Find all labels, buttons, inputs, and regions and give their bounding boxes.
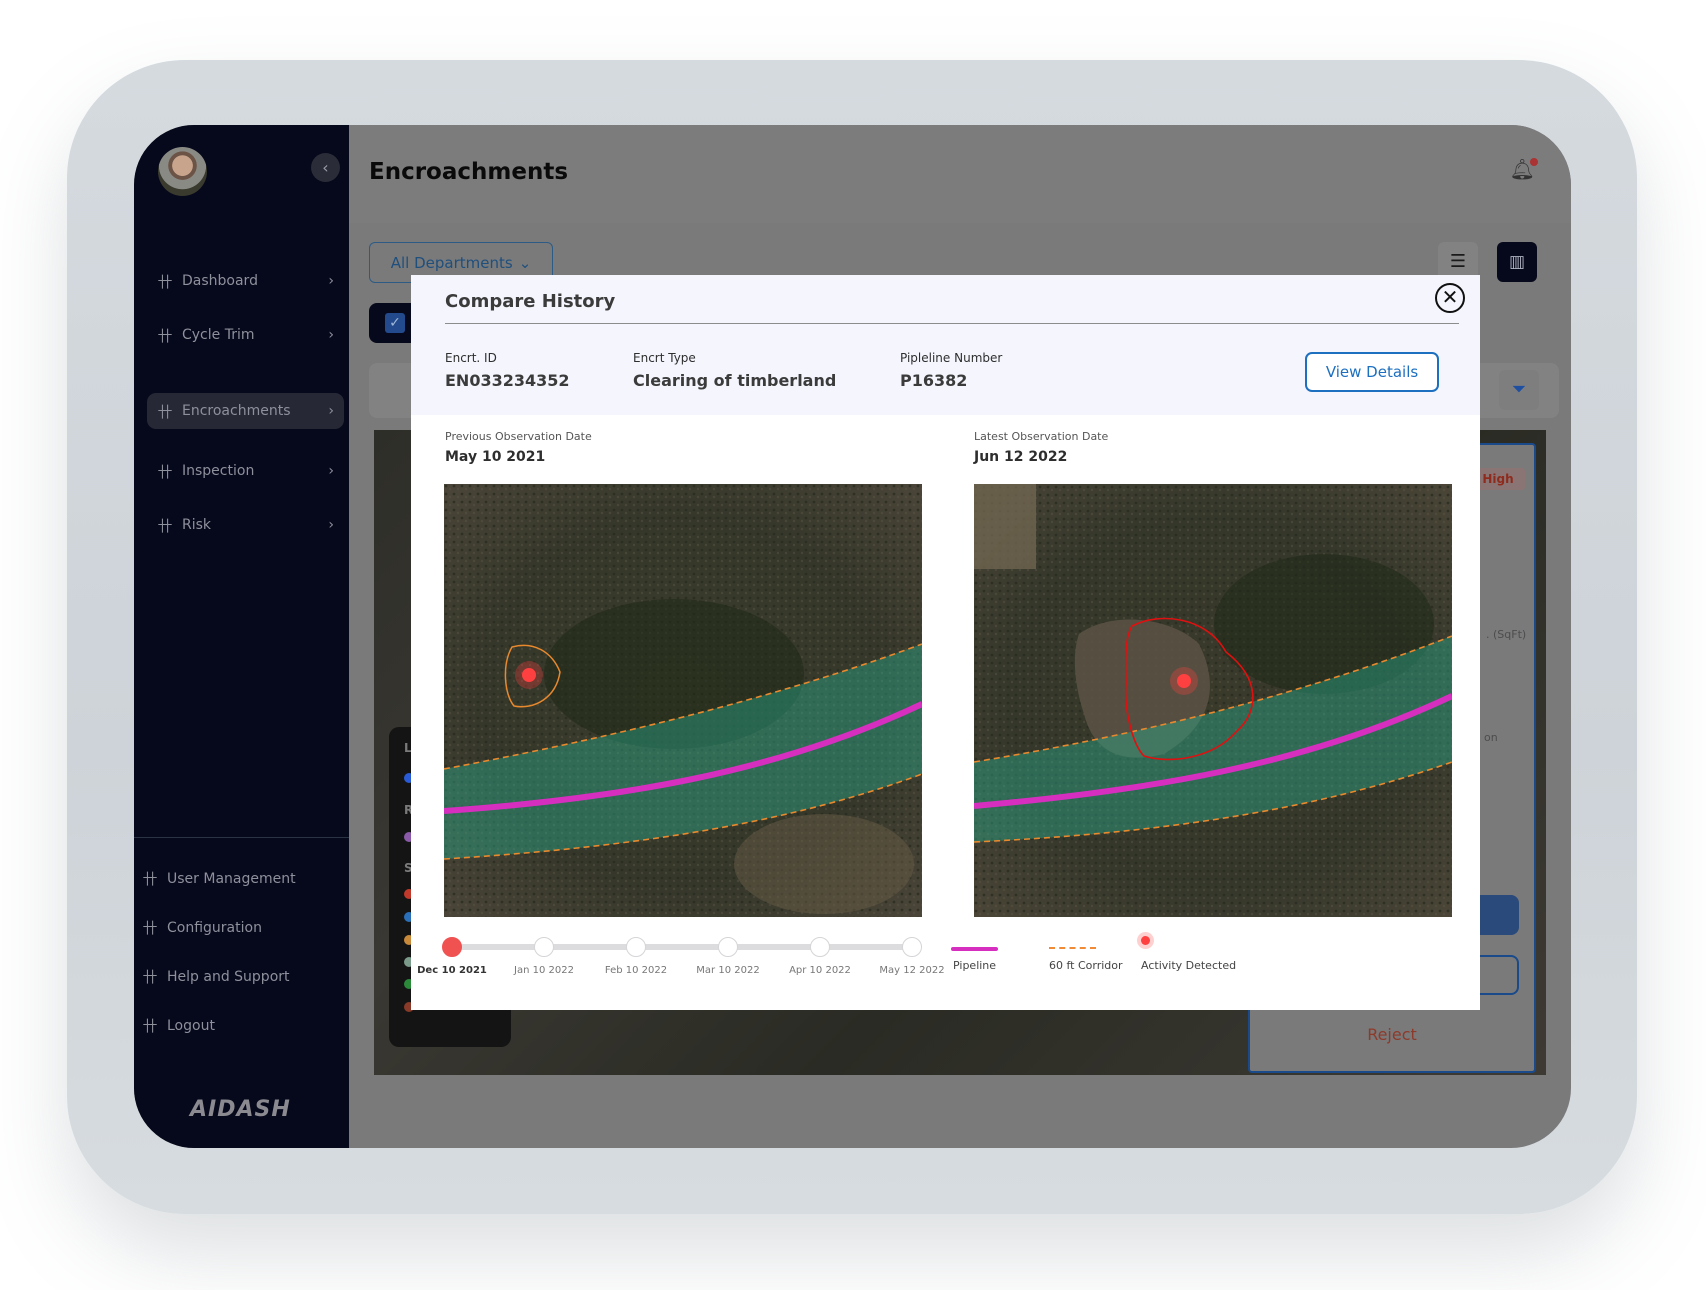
sidebar-item-configuration[interactable]: 卄 Configuration	[142, 917, 262, 938]
chevron-down-icon: ⌄	[518, 253, 532, 272]
timeline-node[interactable]	[902, 937, 922, 957]
chevron-right-icon: ›	[328, 463, 334, 479]
filter-button[interactable]: ⏷	[1499, 370, 1539, 410]
chevron-right-icon: ›	[328, 517, 334, 533]
pipeline-swatch	[951, 947, 998, 951]
sidebar-item-label: Risk	[182, 517, 212, 533]
previous-satellite-image[interactable]	[444, 484, 922, 917]
sidebar: ‹ 卄 Dashboard › 卄 Cycle Trim › 卄 Encroac…	[134, 125, 349, 1148]
sidebar-item-help-and-support[interactable]: 卄 Help and Support	[142, 966, 290, 987]
map-icon: ▥	[1508, 252, 1526, 272]
department-filter-label: All Departments	[390, 253, 513, 272]
map-view-button[interactable]: ▥	[1497, 242, 1537, 282]
chevron-left-icon: ‹	[322, 158, 329, 177]
transmission-tower-icon: 卄	[142, 870, 158, 888]
compare-history-modal: Compare History ✕ Encrt. ID EN033234352 …	[411, 275, 1480, 1010]
transmission-tower-icon: 卄	[142, 1017, 158, 1035]
timeline-date-label: Feb 10 2022	[604, 965, 668, 976]
timeline-node[interactable]	[718, 937, 738, 957]
sidebar-item-label: Inspection	[182, 463, 255, 479]
timeline-date-label: Dec 10 2021	[417, 965, 487, 976]
pipeline-number-label: Pipleline Number	[900, 351, 1003, 365]
user-avatar[interactable]	[158, 147, 207, 196]
transmission-tower-icon: 卄	[157, 272, 173, 291]
activity-swatch	[1141, 936, 1150, 945]
timeline-node[interactable]	[534, 937, 554, 957]
close-button[interactable]: ✕	[1435, 283, 1465, 313]
sidebar-item-label: Dashboard	[182, 273, 258, 289]
transmission-tower-icon: 卄	[157, 462, 173, 481]
sidebar-item-label: User Management	[167, 870, 296, 887]
transmission-tower-icon: 卄	[157, 516, 173, 535]
sidebar-item-label: Encroachments	[182, 403, 291, 419]
close-icon: ✕	[1441, 285, 1459, 309]
aidash-logo: AIDASH	[190, 1097, 291, 1122]
sidebar-item-logout[interactable]: 卄 Logout	[142, 1015, 215, 1036]
list-icon: ☰	[1449, 251, 1467, 272]
timeline-date-label: Apr 10 2022	[789, 965, 851, 976]
corridor-swatch	[1049, 947, 1096, 949]
transmission-tower-icon: 卄	[142, 968, 158, 986]
sidebar-item-risk[interactable]: 卄 Risk ›	[147, 507, 344, 543]
collapse-sidebar-button[interactable]: ‹	[311, 153, 340, 182]
modal-title: Compare History	[445, 291, 616, 312]
activity-marker[interactable]	[1177, 674, 1191, 688]
transmission-tower-icon: 卄	[142, 919, 158, 937]
transmission-tower-icon: 卄	[157, 402, 173, 421]
page-title: Encroachments	[369, 159, 569, 185]
checkbox-checked-icon[interactable]: ✓	[385, 313, 405, 333]
encroachment-type-label: Encrt Type	[633, 351, 696, 365]
encroachment-type-value: Clearing of timberland	[633, 371, 837, 390]
latest-observation-date: Jun 12 2022	[974, 449, 1068, 465]
timeline-node[interactable]	[810, 937, 830, 957]
secondary-action-button[interactable]	[1474, 955, 1519, 995]
pipeline-number-value: P16382	[900, 371, 968, 390]
timeline-date-label: Jan 10 2022	[514, 965, 574, 976]
clearing-patch	[734, 814, 914, 914]
transmission-tower-icon: 卄	[157, 326, 173, 345]
encroachment-id-label: Encrt. ID	[445, 351, 497, 365]
notification-badge	[1530, 158, 1538, 166]
sidebar-item-user-management[interactable]: 卄 User Management	[142, 868, 296, 889]
legend-label: Pipeline	[953, 959, 997, 972]
sidebar-item-encroachments[interactable]: 卄 Encroachments ›	[147, 393, 344, 429]
activity-marker[interactable]	[522, 668, 536, 682]
sidebar-item-label: Help and Support	[167, 968, 290, 985]
sidebar-item-inspection[interactable]: 卄 Inspection ›	[147, 453, 344, 489]
latest-observation-label: Latest Observation Date	[974, 430, 1109, 443]
chevron-right-icon: ›	[328, 273, 334, 289]
sidebar-item-label: Configuration	[167, 919, 262, 936]
farm-field	[974, 484, 1036, 569]
timeline-node[interactable]	[626, 937, 646, 957]
sidebar-item-label: Logout	[167, 1017, 215, 1034]
sidebar-item-cycle-trim[interactable]: 卄 Cycle Trim ›	[147, 317, 344, 353]
latest-satellite-image[interactable]	[974, 484, 1452, 917]
previous-observation-date: May 10 2021	[445, 449, 546, 465]
previous-observation-label: Previous Observation Date	[445, 430, 592, 443]
timeline-date-label: Mar 10 2022	[696, 965, 760, 976]
sidebar-item-label: Cycle Trim	[182, 327, 255, 343]
chevron-right-icon: ›	[328, 403, 334, 419]
detail-field-label: on	[1484, 731, 1498, 744]
page-header: Encroachments 🔔︎	[349, 125, 1571, 223]
chevron-right-icon: ›	[328, 327, 334, 343]
legend-label: Activity Detected	[1141, 959, 1237, 972]
timeline-track[interactable]	[452, 944, 916, 950]
filter-icon: ⏷	[1511, 379, 1527, 400]
sidebar-item-dashboard[interactable]: 卄 Dashboard ›	[147, 263, 344, 299]
view-details-button[interactable]: View Details	[1305, 352, 1439, 392]
modal-header: Compare History ✕ Encrt. ID EN033234352 …	[411, 275, 1480, 415]
legend-label: 60 ft Corridor	[1049, 959, 1123, 972]
map-legend: Pipeline 60 ft Corridor Activity Detecte…	[931, 932, 1471, 992]
area-label: . (SqFt)	[1486, 628, 1527, 641]
observation-timeline: Dec 10 2021 Jan 10 2022 Feb 10 2022 Mar 10 …	[417, 932, 945, 992]
header-divider	[445, 323, 1459, 324]
approve-button[interactable]	[1474, 895, 1519, 935]
timeline-node[interactable]	[442, 937, 462, 957]
sidebar-divider	[134, 837, 349, 838]
reject-button[interactable]: Reject	[1248, 1015, 1536, 1055]
encroachment-id-value: EN033234352	[445, 371, 570, 390]
